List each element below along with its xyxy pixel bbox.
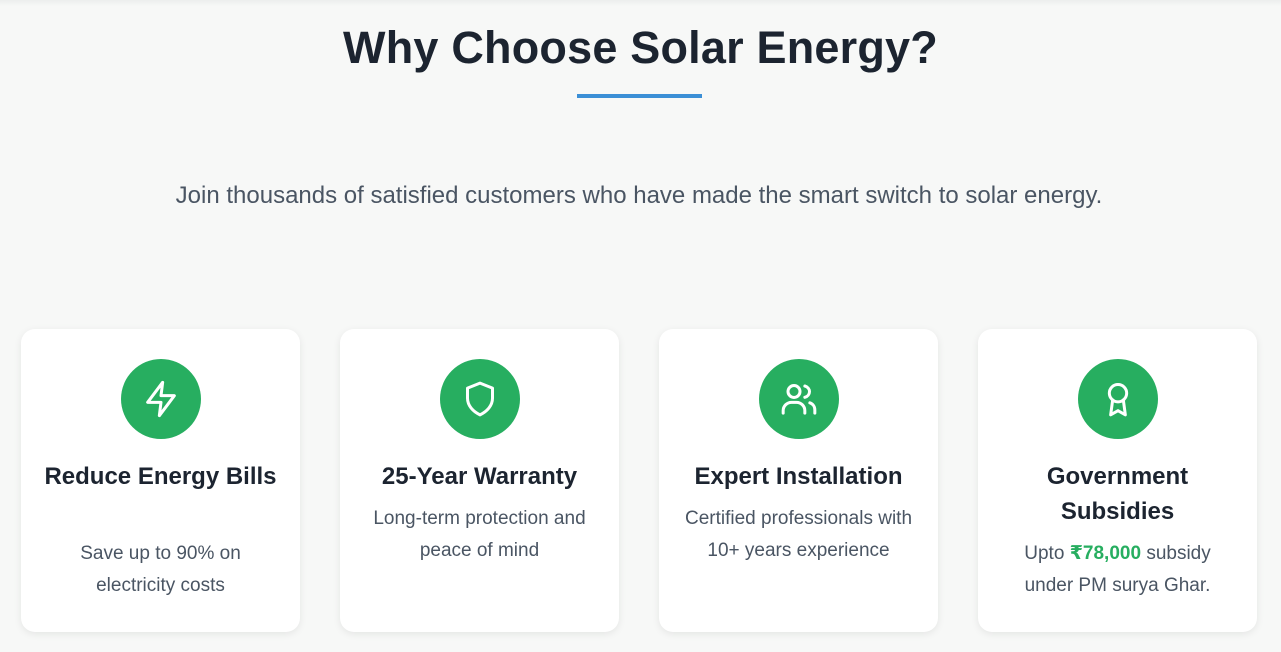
subsidy-amount: ₹78,000 [1069, 543, 1142, 564]
title-underline [577, 94, 702, 98]
section-title: Why Choose Solar Energy? [343, 22, 938, 73]
benefit-card-installation: Expert Installation Certified profession… [659, 329, 938, 632]
card-description: Long-term protection and peace of mind [373, 508, 586, 561]
benefit-card-subsidies: Government Subsidies Upto ₹78,000 subsid… [978, 329, 1257, 632]
users-icon [759, 359, 839, 439]
card-description: Upto ₹78,000 subsidy under PM surya Ghar… [1000, 538, 1235, 602]
card-title: Reduce Energy Bills [44, 463, 277, 490]
section-intro: Join thousands of satisfied customers wh… [175, 182, 1103, 209]
card-title: 25-Year Warranty [381, 463, 578, 490]
card-description: Certified professionals with 10+ years e… [684, 508, 913, 561]
card-title: Government Subsidies [1046, 463, 1189, 525]
benefit-card-reduce-bills: Reduce Energy Bills Save up to 90% on el… [21, 329, 300, 632]
shield-icon [440, 359, 520, 439]
award-ribbon-icon [1078, 359, 1158, 439]
card-title: Expert Installation [694, 463, 903, 490]
header-shadow [0, 0, 1281, 6]
card-description: Save up to 90% on electricity costs [80, 543, 241, 596]
subsidy-prefix: Upto [1024, 543, 1065, 564]
benefit-card-warranty: 25-Year Warranty Long-term protection an… [340, 329, 619, 632]
lightning-bolt-icon [121, 359, 201, 439]
